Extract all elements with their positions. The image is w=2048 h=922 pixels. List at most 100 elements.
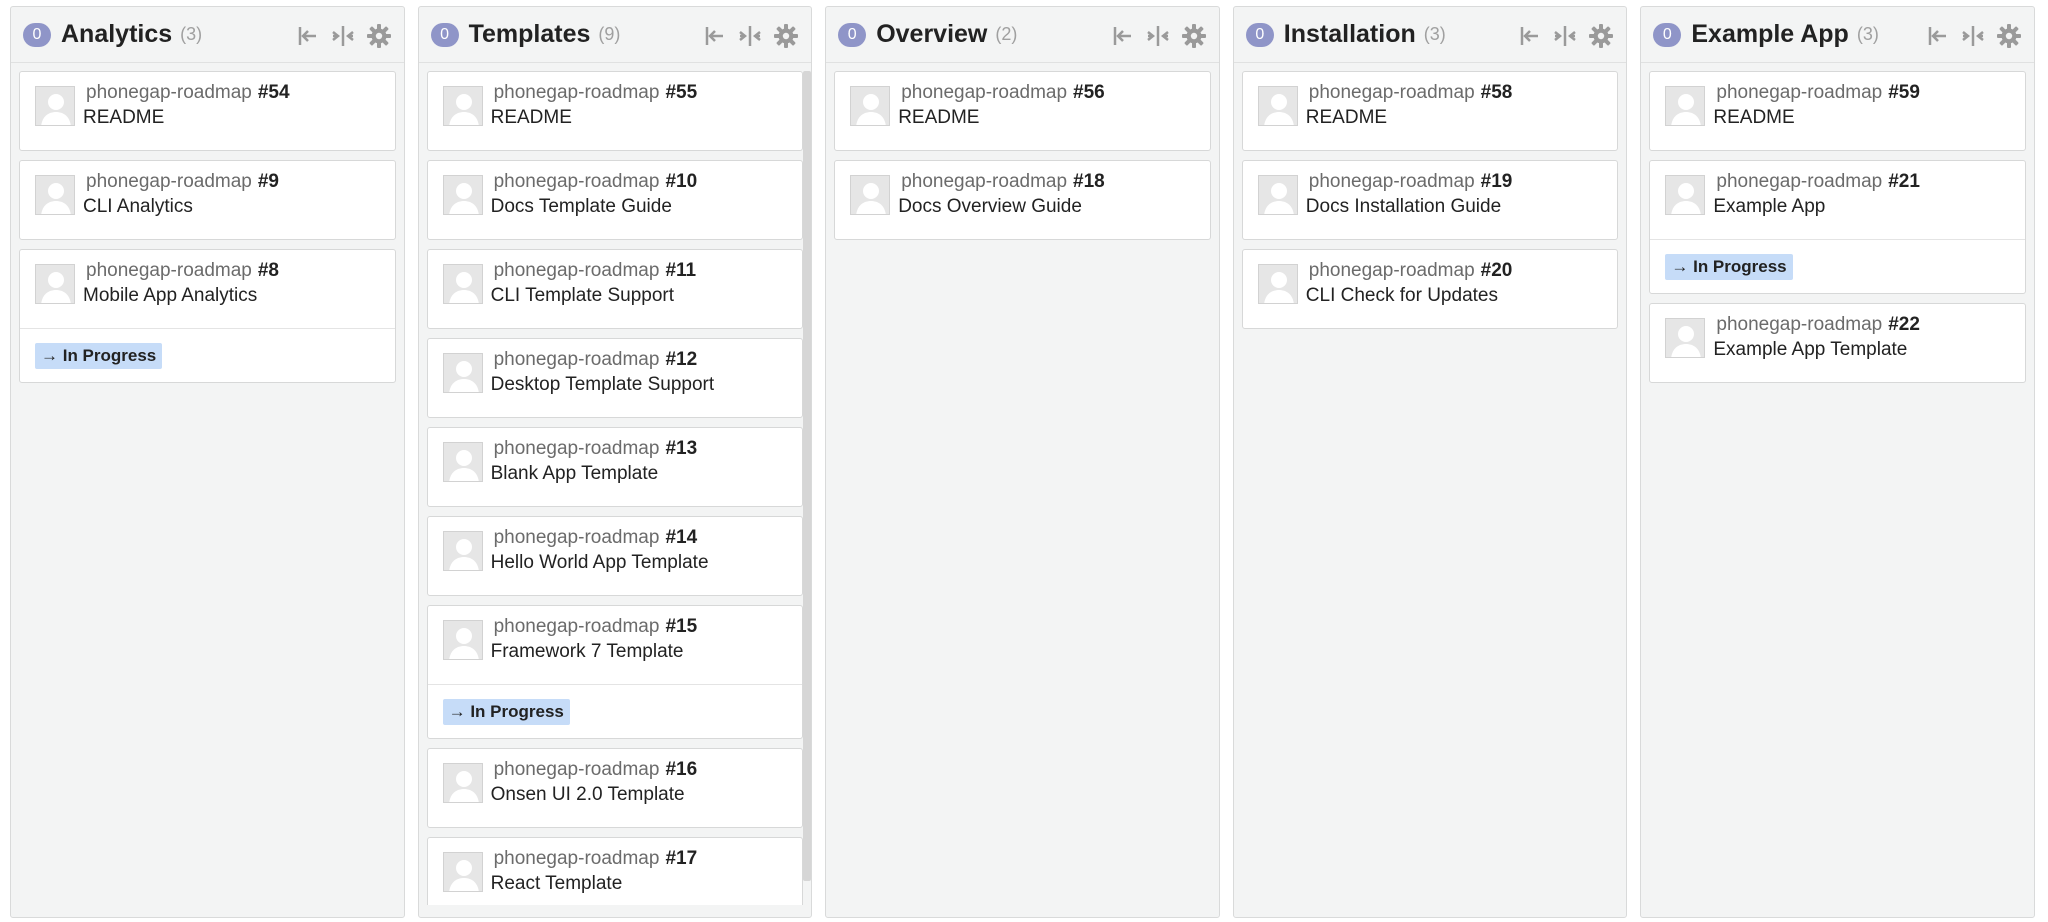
issue-card[interactable]: phonegap-roadmap #55 README (426, 71, 804, 151)
card-title[interactable]: React Template (491, 873, 623, 895)
issue-card[interactable]: phonegap-roadmap #15 Framework 7 Template →… (426, 605, 804, 739)
issue-card[interactable]: phonegap-roadmap #54 README (19, 71, 396, 151)
card-issue-number[interactable]: #22 (1888, 314, 1920, 335)
compress-icon[interactable] (1552, 23, 1578, 49)
card-repo-link[interactable]: phonegap-roadmap (1309, 82, 1475, 103)
card-repo-link[interactable]: phonegap-roadmap (1716, 314, 1882, 335)
card-repo-link[interactable]: phonegap-roadmap (494, 82, 660, 103)
issue-card[interactable]: phonegap-roadmap #13 Blank App Template (426, 427, 804, 507)
compress-icon[interactable] (1960, 23, 1986, 49)
column-scrollbar[interactable] (803, 71, 812, 881)
issue-card[interactable]: phonegap-roadmap #18 Docs Overview Guide (834, 160, 1211, 240)
card-title[interactable]: Desktop Template Support (491, 374, 715, 396)
collapse-left-icon[interactable] (1516, 23, 1542, 49)
card-title[interactable]: README (1306, 107, 1387, 129)
issue-card[interactable]: phonegap-roadmap #8 Mobile App Analytics → … (19, 249, 396, 383)
card-meta: phonegap-roadmap #59 (1716, 82, 1920, 104)
card-issue-number[interactable]: #55 (665, 82, 697, 103)
card-issue-number[interactable]: #20 (1481, 260, 1513, 281)
card-repo-link[interactable]: phonegap-roadmap (494, 171, 660, 192)
card-issue-number[interactable]: #56 (1073, 82, 1105, 103)
card-issue-number[interactable]: #21 (1888, 171, 1920, 192)
collapse-left-icon[interactable] (294, 23, 320, 49)
card-title[interactable]: Framework 7 Template (491, 641, 684, 663)
card-repo-link[interactable]: phonegap-roadmap (494, 349, 660, 370)
card-title[interactable]: Example App Template (1713, 339, 1907, 361)
card-title[interactable]: README (83, 107, 164, 129)
card-issue-number[interactable]: #9 (258, 171, 279, 192)
card-issue-number[interactable]: #13 (665, 438, 697, 459)
card-issue-number[interactable]: #16 (665, 759, 697, 780)
card-issue-number[interactable]: #58 (1481, 82, 1513, 103)
issue-card[interactable]: phonegap-roadmap #19 Docs Installation Gui… (1241, 160, 1619, 240)
issue-card[interactable]: phonegap-roadmap #22 Example App Template (1649, 303, 2026, 383)
card-issue-number[interactable]: #59 (1888, 82, 1920, 103)
collapse-left-icon[interactable] (701, 23, 727, 49)
gear-icon[interactable] (1588, 23, 1614, 49)
card-title[interactable]: Mobile App Analytics (83, 285, 257, 307)
card-issue-number[interactable]: #11 (665, 260, 696, 281)
issue-card[interactable]: phonegap-roadmap #11 CLI Template Support (426, 249, 804, 329)
card-title[interactable]: CLI Analytics (83, 196, 193, 218)
status-label-in-progress[interactable]: → In Progress (1665, 254, 1793, 280)
compress-icon[interactable] (330, 23, 356, 49)
issue-card[interactable]: phonegap-roadmap #14 Hello World App Templ… (426, 516, 804, 596)
card-issue-number[interactable]: #15 (665, 616, 697, 637)
card-issue-number[interactable]: #8 (258, 260, 279, 281)
card-title[interactable]: README (491, 107, 572, 129)
card-title[interactable]: Example App (1713, 196, 1825, 218)
issue-card[interactable]: phonegap-roadmap #10 Docs Template Guide (426, 160, 804, 240)
card-title[interactable]: Hello World App Template (491, 552, 709, 574)
card-title[interactable]: Docs Installation Guide (1306, 196, 1501, 218)
status-label-in-progress[interactable]: → In Progress (442, 699, 570, 725)
card-issue-number[interactable]: #54 (258, 82, 290, 103)
card-repo-link[interactable]: phonegap-roadmap (494, 616, 660, 637)
card-title[interactable]: Onsen UI 2.0 Template (491, 784, 685, 806)
card-title[interactable]: CLI Check for Updates (1306, 285, 1498, 307)
card-title[interactable]: Blank App Template (491, 463, 659, 485)
card-issue-number[interactable]: #14 (665, 527, 697, 548)
issue-card[interactable]: phonegap-roadmap #58 README (1241, 71, 1619, 151)
card-issue-number[interactable]: #17 (665, 848, 697, 869)
compress-icon[interactable] (1145, 23, 1171, 49)
issue-card[interactable]: phonegap-roadmap #9 CLI Analytics (19, 160, 396, 240)
status-label-in-progress[interactable]: → In Progress (35, 343, 163, 369)
card-repo-link[interactable]: phonegap-roadmap (1716, 171, 1882, 192)
issue-card[interactable]: phonegap-roadmap #12 Desktop Template Supp… (426, 338, 804, 418)
issue-card[interactable]: phonegap-roadmap #20 CLI Check for Updates (1241, 249, 1619, 329)
issue-card[interactable]: phonegap-roadmap #56 README (834, 71, 1211, 151)
card-repo-link[interactable]: phonegap-roadmap (1716, 82, 1882, 103)
card-title[interactable]: CLI Template Support (491, 285, 674, 307)
gear-icon[interactable] (1181, 23, 1207, 49)
card-issue-number[interactable]: #18 (1073, 171, 1105, 192)
card-issue-number[interactable]: #10 (665, 171, 697, 192)
card-repo-link[interactable]: phonegap-roadmap (1309, 260, 1475, 281)
gear-icon[interactable] (773, 23, 799, 49)
collapse-left-icon[interactable] (1924, 23, 1950, 49)
card-repo-link[interactable]: phonegap-roadmap (901, 82, 1067, 103)
card-repo-link[interactable]: phonegap-roadmap (86, 82, 252, 103)
card-repo-link[interactable]: phonegap-roadmap (86, 171, 252, 192)
card-title[interactable]: Docs Overview Guide (898, 196, 1082, 218)
card-title[interactable]: README (1713, 107, 1794, 129)
card-title[interactable]: README (898, 107, 979, 129)
card-repo-link[interactable]: phonegap-roadmap (494, 527, 660, 548)
card-repo-link[interactable]: phonegap-roadmap (494, 848, 660, 869)
card-repo-link[interactable]: phonegap-roadmap (494, 260, 660, 281)
compress-icon[interactable] (737, 23, 763, 49)
gear-icon[interactable] (1996, 23, 2022, 49)
collapse-left-icon[interactable] (1109, 23, 1135, 49)
issue-card[interactable]: phonegap-roadmap #16 Onsen UI 2.0 Template (426, 748, 804, 828)
card-repo-link[interactable]: phonegap-roadmap (1309, 171, 1475, 192)
issue-card[interactable]: phonegap-roadmap #17 React Template (426, 837, 804, 905)
card-repo-link[interactable]: phonegap-roadmap (86, 260, 252, 281)
card-issue-number[interactable]: #19 (1481, 171, 1513, 192)
issue-card[interactable]: phonegap-roadmap #59 README (1649, 71, 2026, 151)
card-repo-link[interactable]: phonegap-roadmap (901, 171, 1067, 192)
card-title[interactable]: Docs Template Guide (491, 196, 672, 218)
gear-icon[interactable] (366, 23, 392, 49)
card-repo-link[interactable]: phonegap-roadmap (494, 759, 660, 780)
issue-card[interactable]: phonegap-roadmap #21 Example App → In Progr… (1649, 160, 2026, 294)
card-repo-link[interactable]: phonegap-roadmap (494, 438, 660, 459)
card-issue-number[interactable]: #12 (665, 349, 697, 370)
